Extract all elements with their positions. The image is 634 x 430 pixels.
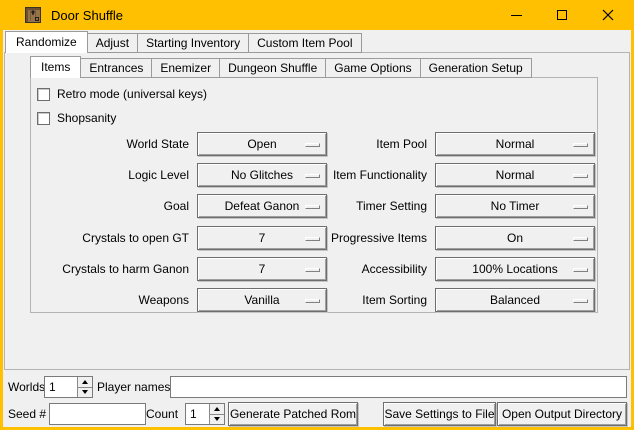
timer-setting-value: No Timer (491, 199, 540, 213)
spin-down-icon (214, 417, 220, 421)
item-functionality-value: Normal (496, 168, 535, 182)
item-functionality-row: Item Functionality Normal (269, 163, 595, 187)
tab-custom-item-pool[interactable]: Custom Item Pool (248, 33, 361, 53)
dropdown-indicator-icon (573, 268, 588, 272)
weapons-label: Weapons (31, 293, 197, 307)
seed-label: Seed # (8, 403, 46, 425)
item-functionality-dropdown[interactable]: Normal (435, 163, 595, 187)
count-spin-down-button[interactable] (210, 415, 224, 425)
spin-up-icon (82, 380, 88, 384)
worlds-spinner-buttons (77, 377, 92, 397)
shopsanity-checkbox[interactable] (37, 112, 50, 125)
count-value: 1 (190, 407, 197, 421)
dropdown-indicator-icon (573, 174, 588, 178)
count-spin-up-button[interactable] (210, 404, 224, 415)
tab-enemizer[interactable]: Enemizer (151, 58, 220, 78)
dropdown-indicator-icon (573, 205, 588, 209)
dropdown-indicator-icon (573, 143, 588, 147)
item-pool-label: Item Pool (269, 137, 435, 151)
tab-adjust[interactable]: Adjust (87, 33, 138, 53)
player-names-label: Player names (97, 376, 170, 398)
progressive-items-label: Progressive Items (269, 231, 435, 245)
count-spinner-buttons (209, 404, 224, 424)
count-label: Count (146, 403, 178, 425)
accessibility-dropdown[interactable]: 100% Locations (435, 257, 595, 281)
count-spinbox[interactable]: 1 (185, 403, 225, 425)
tab-entrances[interactable]: Entrances (80, 58, 152, 78)
shopsanity-label: Shopsanity (57, 111, 116, 125)
save-settings-button[interactable]: Save Settings to File (383, 402, 496, 426)
worlds-spinbox[interactable]: 1 (44, 376, 93, 398)
accessibility-value: 100% Locations (472, 262, 557, 276)
item-sorting-value: Balanced (490, 293, 540, 307)
close-button[interactable] (585, 0, 631, 30)
item-functionality-label: Item Functionality (269, 168, 435, 182)
tab-generation-setup[interactable]: Generation Setup (420, 58, 532, 78)
main-tab-bar: Randomize Adjust Starting Inventory Cust… (5, 31, 361, 53)
timer-setting-dropdown[interactable]: No Timer (435, 194, 595, 218)
items-tab-pane: Retro mode (universal keys) Shopsanity W… (30, 77, 598, 313)
crystals-gt-value: 7 (259, 231, 266, 245)
item-sorting-row: Item Sorting Balanced (269, 288, 595, 312)
seed-input[interactable] (49, 403, 146, 425)
progressive-items-row: Progressive Items On (269, 226, 595, 250)
retro-mode-checkbox[interactable] (37, 88, 50, 101)
progressive-items-dropdown[interactable]: On (435, 226, 595, 250)
close-icon (602, 9, 614, 21)
accessibility-label: Accessibility (269, 262, 435, 276)
timer-setting-label: Timer Setting (269, 199, 435, 213)
dropdown-indicator-icon (573, 299, 588, 303)
maximize-button[interactable] (539, 0, 585, 30)
item-pool-row: Item Pool Normal (269, 132, 595, 156)
timer-setting-row: Timer Setting No Timer (269, 194, 595, 218)
world-state-label: World State (31, 137, 197, 151)
dropdown-indicator-icon (573, 237, 588, 241)
worlds-spin-down-button[interactable] (78, 388, 92, 398)
worlds-value: 1 (49, 380, 56, 394)
window-content: Randomize Adjust Starting Inventory Cust… (3, 30, 631, 427)
worlds-spin-up-button[interactable] (78, 377, 92, 388)
spin-down-icon (82, 390, 88, 394)
spin-up-icon (214, 407, 220, 411)
shopsanity-row: Shopsanity (37, 110, 116, 126)
item-sorting-label: Item Sorting (269, 293, 435, 307)
item-pool-value: Normal (496, 137, 535, 151)
sub-tab-bar: Items Entrances Enemizer Dungeon Shuffle… (30, 56, 531, 78)
retro-mode-row: Retro mode (universal keys) (37, 86, 207, 102)
tab-randomize[interactable]: Randomize (5, 31, 88, 53)
titlebar[interactable]: Door Shuffle (0, 0, 634, 30)
tab-items[interactable]: Items (30, 56, 81, 78)
accessibility-row: Accessibility 100% Locations (269, 257, 595, 281)
player-names-input[interactable] (170, 376, 627, 398)
crystals-gt-label: Crystals to open GT (31, 231, 197, 245)
app-window: Door Shuffle Randomize Adjust Starting I… (0, 0, 634, 430)
item-sorting-dropdown[interactable]: Balanced (435, 288, 595, 312)
maximize-icon (557, 10, 567, 20)
worlds-label: Worlds (8, 376, 45, 398)
minimize-button[interactable] (493, 0, 539, 30)
tab-starting-inventory[interactable]: Starting Inventory (137, 33, 249, 53)
item-pool-dropdown[interactable]: Normal (435, 132, 595, 156)
goal-label: Goal (31, 199, 197, 213)
tab-game-options[interactable]: Game Options (325, 58, 420, 78)
crystals-ganon-label: Crystals to harm Ganon (31, 262, 197, 276)
tab-dungeon-shuffle[interactable]: Dungeon Shuffle (219, 58, 326, 78)
generate-patched-rom-button[interactable]: Generate Patched Rom (228, 402, 358, 426)
retro-mode-label: Retro mode (universal keys) (57, 87, 207, 101)
crystals-ganon-value: 7 (259, 262, 266, 276)
logic-level-label: Logic Level (31, 168, 197, 182)
window-controls (493, 0, 631, 30)
progressive-items-value: On (507, 231, 523, 245)
window-title: Door Shuffle (51, 8, 123, 23)
minimize-icon (511, 15, 522, 16)
open-output-directory-button[interactable]: Open Output Directory (497, 402, 627, 426)
door-app-icon (25, 7, 41, 23)
